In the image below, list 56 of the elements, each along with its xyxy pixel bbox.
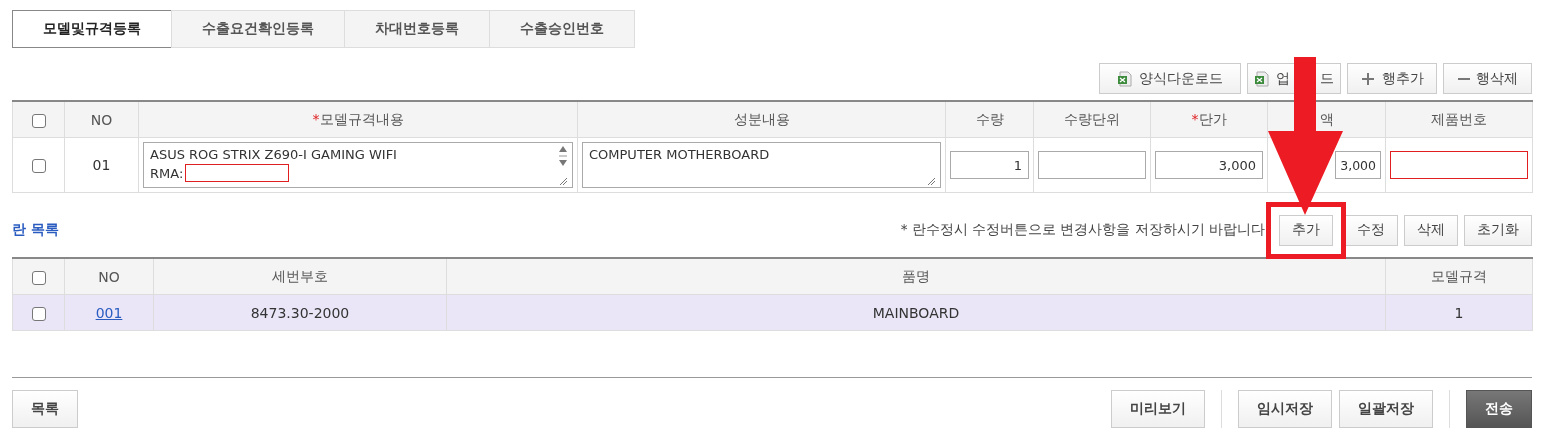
unit-price-field[interactable]: 3,000 [1155,151,1263,179]
action-button[interactable]: 수정 [1344,214,1398,246]
column-header: 성분내용 [577,101,946,138]
rma-label: RMA: [150,165,184,181]
column-header: *모델규격내용 [138,101,578,138]
column-header: 수량단위 [1033,101,1151,138]
column-header: 수량 [945,101,1034,138]
footer-button[interactable]: 일괄저장 [1339,390,1433,428]
column-header: 모델규격 [1385,258,1533,295]
column-header: *단가 [1150,101,1268,138]
product-number-field[interactable] [1390,151,1528,179]
model-spec-text: ASUS ROG STRIX Z690-I GAMING WIFI [150,147,398,162]
checkbox[interactable] [31,270,46,285]
notice-text: * 란수정시 수정버튼으로 변경사항을 저장하시기 바랍니다 [900,221,1265,239]
toolbar-button[interactable]: 양식다운로드 [1099,63,1241,94]
action-button[interactable]: 초기화 [1464,214,1532,246]
table-cell: 1 [1385,294,1533,331]
row-number-link[interactable]: 001 [95,304,123,321]
tab[interactable]: 모델및규격등록 [12,10,172,48]
amount-field[interactable]: 3,000 [1335,151,1381,179]
tab[interactable]: 수출요건확인등록 [171,10,345,48]
component-field[interactable]: COMPUTER MOTHERBOARD [582,142,941,188]
column-header: NO [64,258,154,295]
toolbar-button[interactable]: 행삭제 [1443,63,1532,94]
section-title: 란 목록 [12,221,59,239]
table-cell: 01 [64,137,139,193]
checkbox[interactable] [31,159,46,173]
column-header: 세번부호 [153,258,447,295]
quantity-field[interactable]: 1 [950,151,1029,179]
unit-field[interactable] [1038,151,1146,179]
action-button[interactable]: 삭제 [1404,214,1458,246]
model-spec-field[interactable]: ASUS ROG STRIX Z690-I GAMING WIFI RMA: [143,142,573,188]
action-button[interactable]: 추가 [1279,214,1333,246]
rma-input[interactable] [185,164,290,182]
table-row[interactable]: 001 8473.30-2000 MAINBOARD 1 [12,294,1533,331]
footer-button[interactable]: 목록 [12,390,78,428]
checkbox[interactable] [31,113,46,128]
column-header: 품명 [446,258,1386,295]
toolbar-button[interactable]: 행추가 [1347,63,1437,94]
footer-button[interactable]: 임시저장 [1238,390,1332,428]
table-cell: MAINBOARD [446,294,1386,331]
footer-button[interactable]: 전송 [1466,390,1532,428]
minus-icon [1457,77,1470,80]
tab[interactable]: 차대번호등록 [344,10,490,48]
footer-button[interactable]: 미리보기 [1111,390,1205,428]
plus-icon [1360,70,1376,87]
resize-grip-icon[interactable] [927,177,935,185]
column-header: NO [64,101,139,138]
checkbox[interactable] [31,306,46,321]
tab[interactable]: 수출승인번호 [489,10,635,48]
scroll-arrows-icon[interactable] [558,145,568,167]
table-cell: 8473.30-2000 [153,294,447,331]
column-header: 제품번호 [1385,101,1533,138]
resize-grip-icon[interactable] [559,177,567,185]
spreadsheet-icon [1117,70,1133,87]
spreadsheet-icon [1254,70,1270,87]
